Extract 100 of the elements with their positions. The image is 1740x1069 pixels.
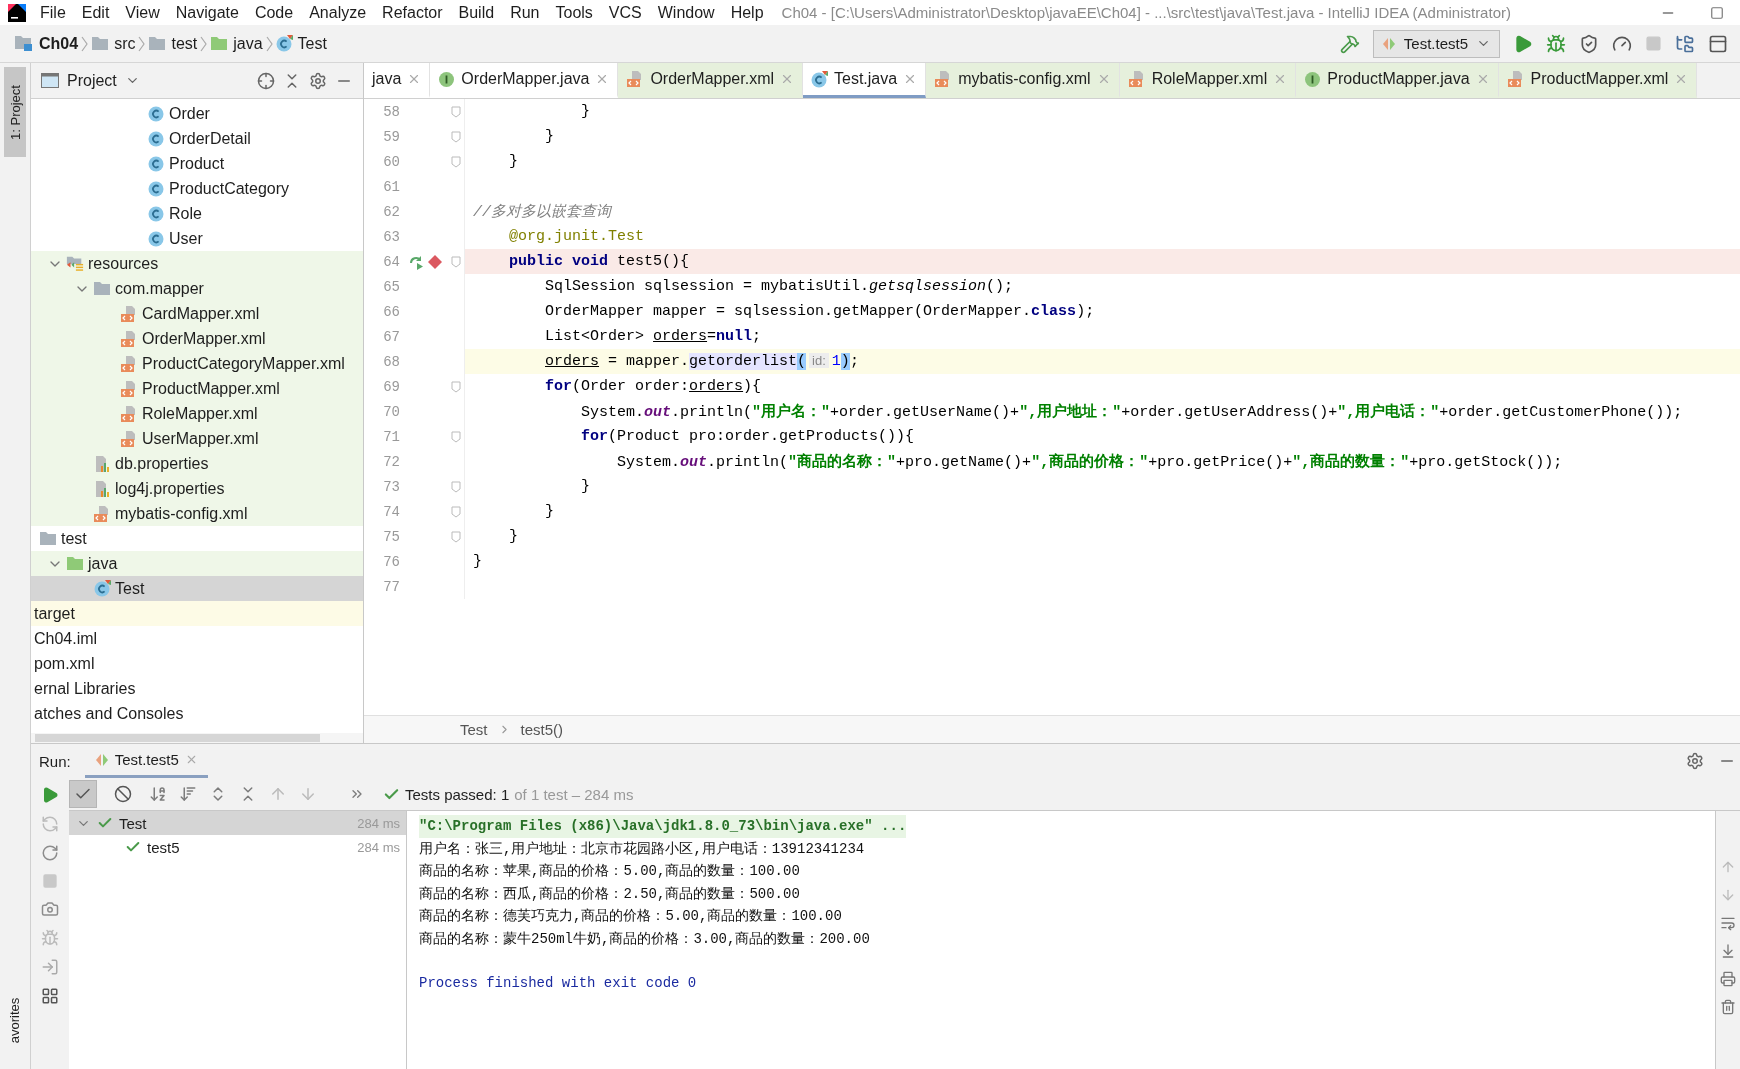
test-name[interactable]: Test — [119, 814, 147, 832]
auto-rerun-icon[interactable] — [41, 844, 59, 862]
tree-item[interactable]: RoleMapper.xml — [142, 404, 258, 423]
maximize-icon[interactable] — [1710, 5, 1724, 20]
menu-item[interactable]: Window — [649, 3, 723, 22]
menu-item[interactable]: Analyze — [301, 3, 375, 22]
breakpoint-icon[interactable] — [428, 254, 442, 269]
fold-marker-icon[interactable] — [451, 255, 461, 268]
tree-item[interactable]: ProductCategory — [169, 179, 290, 198]
menu-item[interactable]: Refactor — [374, 3, 451, 22]
breadcrumb-item[interactable]: test5() — [520, 721, 564, 738]
fold-marker-icon[interactable] — [451, 505, 461, 518]
tree-item[interactable]: Test — [115, 579, 145, 598]
menu-item[interactable]: Help — [722, 3, 772, 22]
tree-item[interactable]: log4j.properties — [115, 479, 225, 498]
run-tab[interactable]: Test.test5 — [84, 744, 208, 778]
favorites-side-tab[interactable]: avorites — [4, 975, 26, 1065]
tree-item[interactable]: User — [169, 229, 203, 248]
rerun-failed-icon[interactable] — [41, 815, 59, 833]
tree-item[interactable]: ProductMapper.xml — [142, 379, 280, 398]
tree-item[interactable]: resources — [88, 254, 159, 273]
settings-icon[interactable] — [1686, 752, 1704, 770]
editor-tab[interactable]: mybatis-config.xml — [926, 63, 1120, 98]
menu-item[interactable]: Code — [246, 3, 302, 22]
breadcrumb-item[interactable]: Ch04 — [14, 34, 79, 53]
tree-item[interactable]: UserMapper.xml — [142, 429, 259, 448]
settings-icon[interactable] — [309, 71, 327, 90]
debug-icon[interactable] — [41, 929, 59, 947]
menu-item[interactable]: Edit — [73, 3, 118, 22]
tree-item[interactable]: target — [34, 604, 75, 623]
scroll-up-icon[interactable] — [1720, 859, 1736, 875]
tree-item[interactable]: db.properties — [115, 454, 209, 473]
sort-by-duration-icon[interactable] — [179, 785, 197, 803]
locate-icon[interactable] — [257, 71, 275, 90]
tree-item[interactable]: java — [88, 554, 118, 573]
fold-marker-icon[interactable] — [451, 480, 461, 493]
tree-item[interactable]: mybatis-config.xml — [115, 504, 248, 523]
menu-item[interactable]: VCS — [600, 3, 650, 22]
import-icon[interactable] — [41, 958, 59, 976]
menu-item[interactable]: Build — [450, 3, 503, 22]
tree-item[interactable]: Product — [169, 154, 225, 173]
fold-marker-icon[interactable] — [451, 530, 461, 543]
tree-item[interactable]: test — [61, 529, 87, 548]
previous-icon[interactable] — [269, 785, 287, 803]
editor-tab[interactable]: Test.java — [803, 63, 927, 98]
run-icon[interactable] — [1513, 33, 1533, 54]
project-structure-icon[interactable] — [1675, 33, 1695, 54]
scroll-down-icon[interactable] — [1720, 887, 1736, 903]
editor-tab[interactable]: OrderMapper.java — [430, 63, 619, 98]
print-icon[interactable] — [1720, 971, 1736, 987]
layout-icon[interactable] — [41, 987, 59, 1005]
coverage-icon[interactable] — [1579, 33, 1599, 54]
rerun-icon[interactable] — [41, 786, 59, 804]
menu-item[interactable]: Tools — [547, 3, 601, 22]
scrollbar-thumb[interactable] — [35, 734, 320, 742]
tree-item[interactable]: com.mapper — [115, 279, 204, 298]
menu-item[interactable]: View — [117, 3, 168, 22]
editor-tab[interactable]: OrderMapper.xml — [618, 63, 803, 98]
tree-item[interactable]: OrderDetail — [169, 129, 251, 148]
tree-item[interactable]: pom.xml — [34, 654, 95, 673]
fold-marker-icon[interactable] — [451, 105, 461, 118]
fold-marker-icon[interactable] — [451, 380, 461, 393]
tree-item[interactable]: ProductCategoryMapper.xml — [142, 354, 345, 373]
fold-marker-icon[interactable] — [451, 130, 461, 143]
close-tab-icon[interactable] — [780, 72, 794, 86]
soft-wrap-icon[interactable] — [1720, 915, 1736, 931]
trash-icon[interactable] — [1720, 999, 1736, 1015]
panel-title[interactable]: Project — [67, 71, 117, 90]
camera-icon[interactable] — [41, 900, 59, 918]
next-icon[interactable] — [299, 785, 317, 803]
breadcrumb-item[interactable]: Test — [275, 34, 327, 53]
breadcrumb-item[interactable]: src — [91, 34, 136, 53]
breadcrumb-item[interactable]: Test — [460, 721, 488, 738]
fold-marker-icon[interactable] — [451, 155, 461, 168]
tree-item[interactable]: ernal Libraries — [34, 679, 136, 698]
editor-tab[interactable]: ProductMapper.java — [1296, 63, 1499, 98]
tree-item[interactable]: OrderMapper.xml — [142, 329, 266, 348]
sort-alphabetically-icon[interactable] — [149, 785, 167, 803]
debug-icon[interactable] — [1546, 33, 1566, 54]
menu-item[interactable]: Navigate — [167, 3, 247, 22]
editor-tab[interactable]: java — [364, 63, 431, 98]
fold-marker-icon[interactable] — [451, 430, 461, 443]
test-name[interactable]: test5 — [147, 838, 180, 856]
tree-item[interactable]: Order — [169, 104, 210, 123]
editor-tab[interactable]: ProductMapper.xml — [1498, 63, 1698, 98]
scroll-to-end-icon[interactable] — [1720, 943, 1736, 959]
breadcrumb-item[interactable]: test — [148, 34, 198, 53]
menu-item[interactable]: File — [32, 3, 74, 22]
project-side-tab[interactable]: 1: Project — [4, 67, 26, 157]
run-config-dropdown[interactable]: Test.test5 — [1372, 29, 1500, 58]
build-hammer-icon[interactable] — [1339, 33, 1360, 54]
tree-item[interactable]: Role — [169, 204, 202, 223]
show-passed-toggle[interactable] — [69, 780, 97, 808]
menu-item[interactable]: Run — [502, 3, 548, 22]
tree-item[interactable]: Ch04.iml — [34, 629, 98, 648]
panel-icon[interactable] — [1708, 33, 1728, 54]
breadcrumb-item[interactable]: java — [210, 34, 263, 53]
tree-item[interactable]: atches and Consoles — [34, 704, 184, 723]
tree-item[interactable]: CardMapper.xml — [142, 304, 260, 323]
editor-tab[interactable]: RoleMapper.xml — [1119, 63, 1297, 98]
